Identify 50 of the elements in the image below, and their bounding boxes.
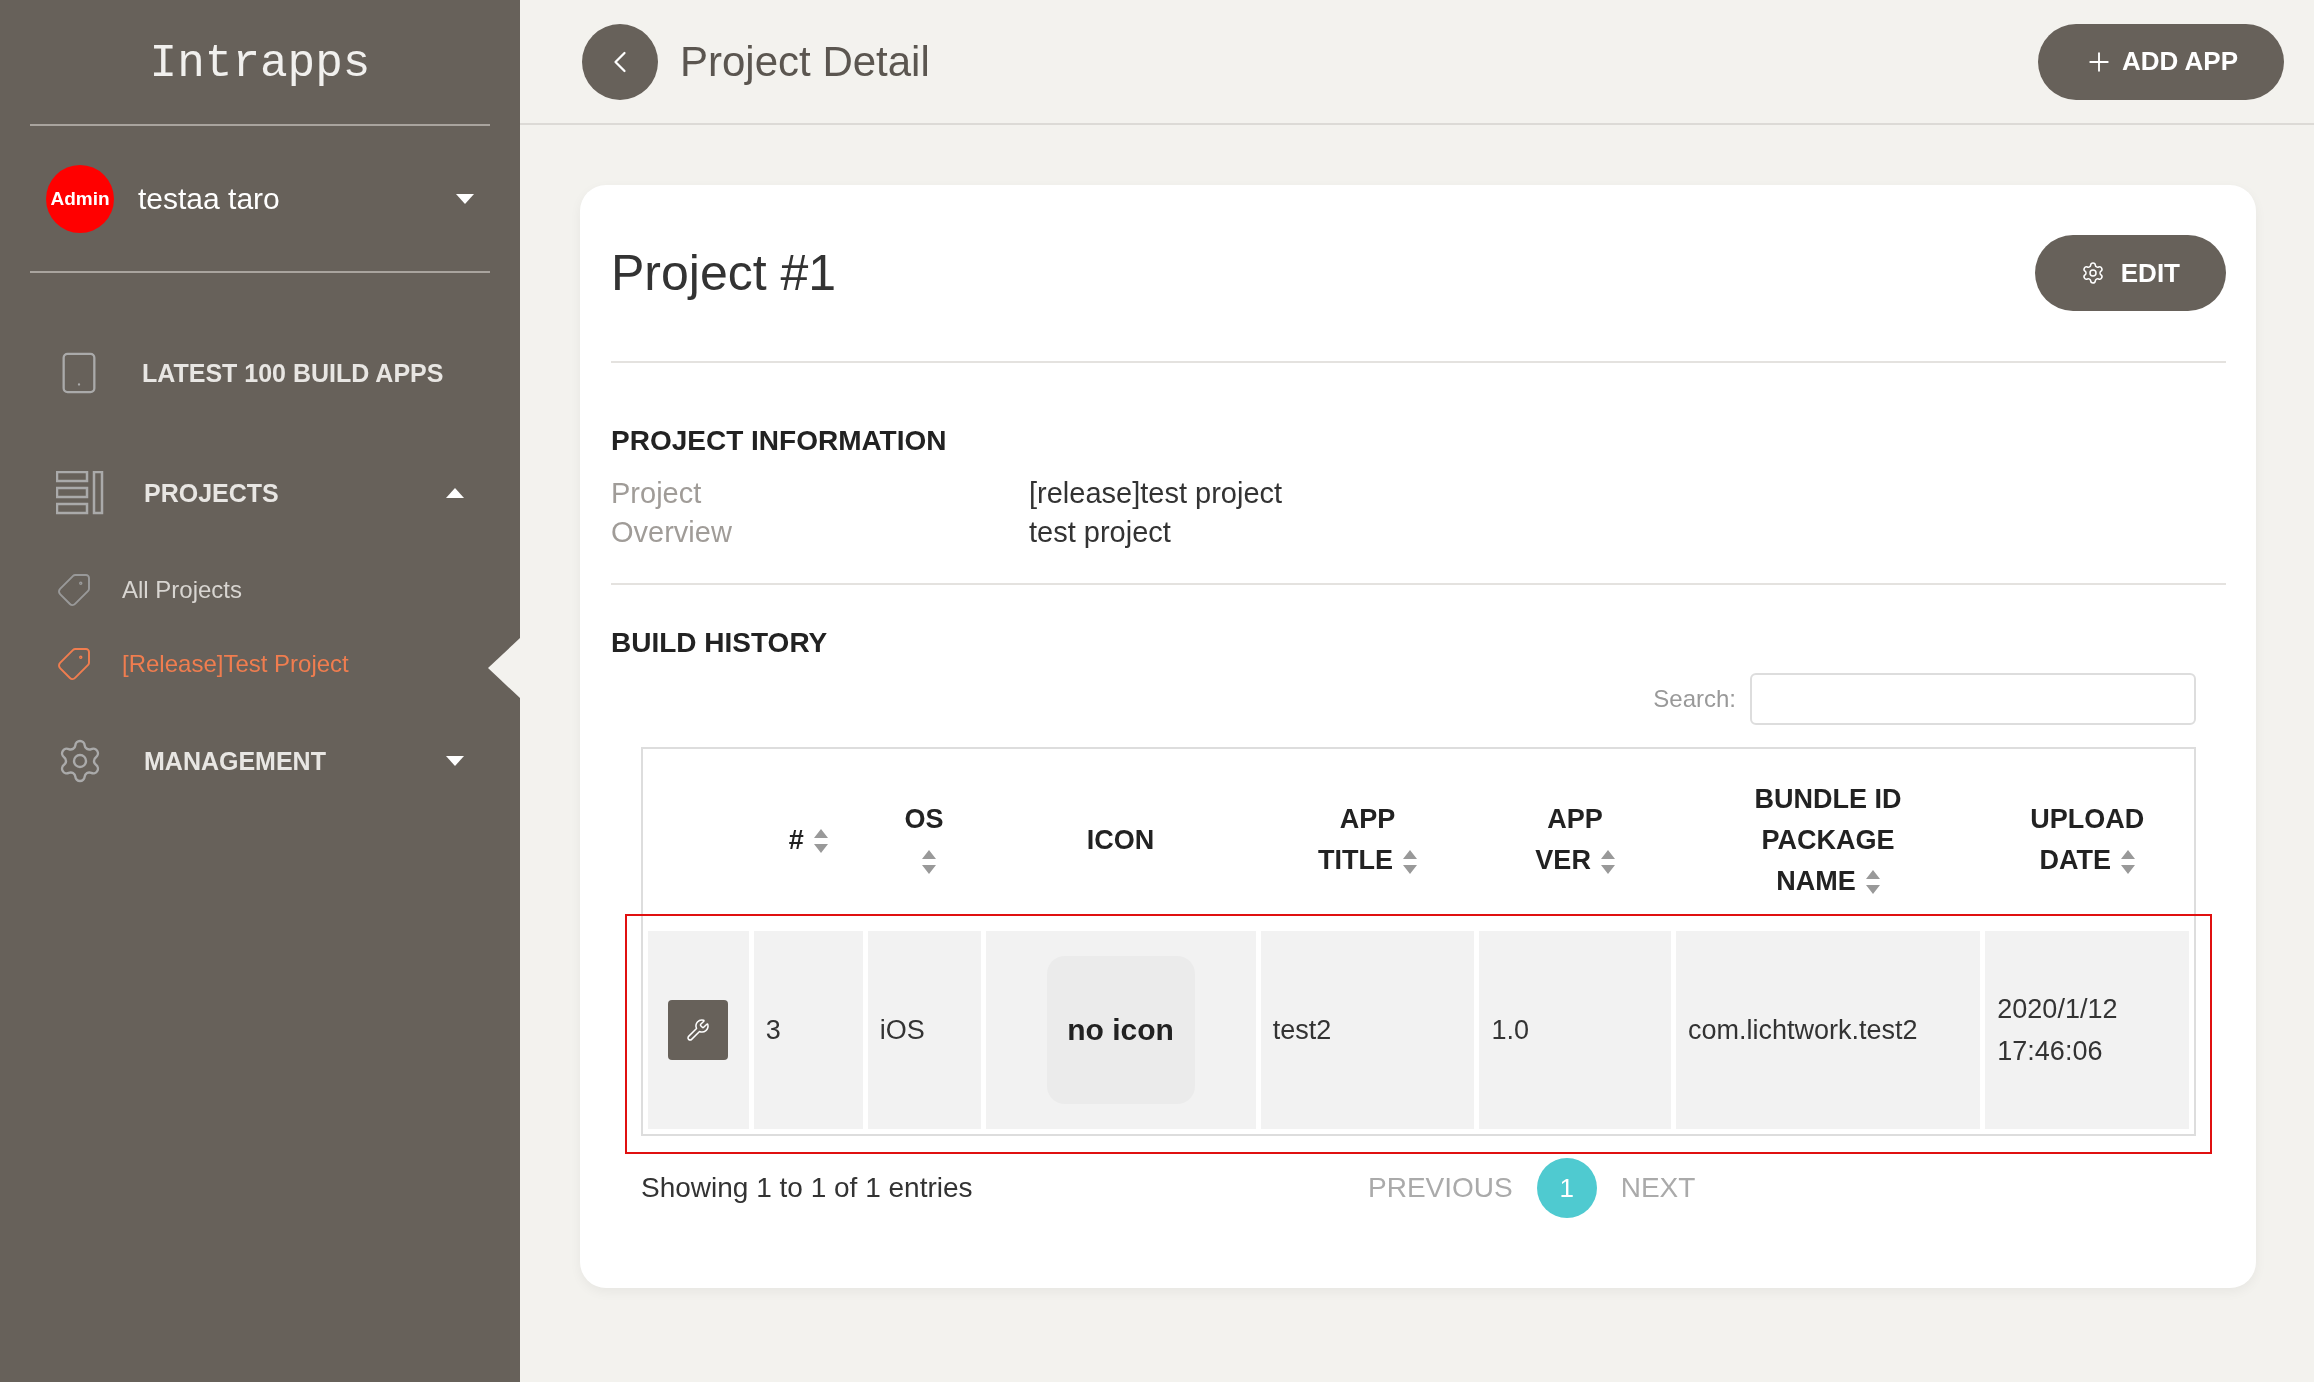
column-header[interactable]: #	[753, 754, 863, 926]
section-heading: PROJECT INFORMATION	[611, 425, 948, 457]
table-cell: com.lichtwork.test2	[1675, 931, 1981, 1129]
add-app-button[interactable]: ADD APP	[2037, 23, 2284, 100]
tools-button[interactable]	[668, 1000, 729, 1060]
info-label: Project	[611, 477, 703, 510]
menu-item[interactable]: PROJECTS	[144, 478, 406, 508]
submenu-item[interactable]: All Projects	[122, 576, 243, 604]
menu-item[interactable]: LATEST 100 BUILD APPS	[142, 358, 464, 388]
search-field[interactable]	[1750, 673, 2196, 725]
sort-icon	[813, 829, 828, 854]
role-badge: Admin	[46, 164, 114, 233]
caret-icon	[456, 193, 474, 204]
tag-icon	[56, 572, 92, 608]
sort-icon	[2120, 849, 2135, 874]
brand-logo: Intrapps	[148, 37, 372, 92]
sort-icon	[1865, 870, 1880, 895]
table-cell: iOS	[867, 931, 981, 1129]
info-value: test project	[1029, 516, 1172, 549]
column-header[interactable]: OS	[867, 754, 981, 926]
table-cell: test2	[1260, 931, 1475, 1129]
section-heading: BUILD HISTORY	[611, 627, 829, 659]
column-header[interactable]: UPLOAD DATE	[1985, 754, 2189, 926]
wrench-icon	[686, 1018, 711, 1042]
table-cell: 3	[753, 931, 863, 1129]
menu-item[interactable]: MANAGEMENT	[144, 746, 406, 776]
settings-icon	[2080, 261, 2105, 285]
column-header[interactable]: APP VER	[1479, 754, 1671, 926]
user-name[interactable]: testaa taro	[138, 181, 432, 216]
sort-icon	[922, 849, 937, 874]
column-header[interactable]: BUNDLE ID PACKAGE NAME	[1675, 754, 1981, 926]
active-pointer	[488, 638, 520, 698]
edit-button[interactable]: EDIT	[2034, 235, 2226, 311]
column-header[interactable]: APP TITLE	[1260, 754, 1475, 926]
caret-icon	[446, 756, 464, 766]
icon-placeholder-text: no icon	[1067, 1013, 1174, 1047]
entries-info: Showing 1 to 1 of 1 entries	[641, 1172, 974, 1204]
table-cell: 1.0	[1479, 931, 1671, 1129]
list-icon	[56, 471, 104, 515]
info-value: [release]test project	[1029, 477, 1284, 510]
tag-icon	[56, 646, 92, 682]
column-header: ICON	[1085, 823, 1156, 857]
sort-icon	[1403, 849, 1418, 874]
sort-icon	[1600, 849, 1615, 874]
table-cell: 2020/1/12 17:46:06	[1985, 931, 2189, 1129]
project-title: Project #1	[611, 244, 837, 302]
caret-icon	[446, 488, 464, 498]
info-label: Overview	[611, 516, 733, 549]
page-title: Project Detail	[680, 37, 931, 86]
search-label: Search:	[1653, 685, 1736, 713]
